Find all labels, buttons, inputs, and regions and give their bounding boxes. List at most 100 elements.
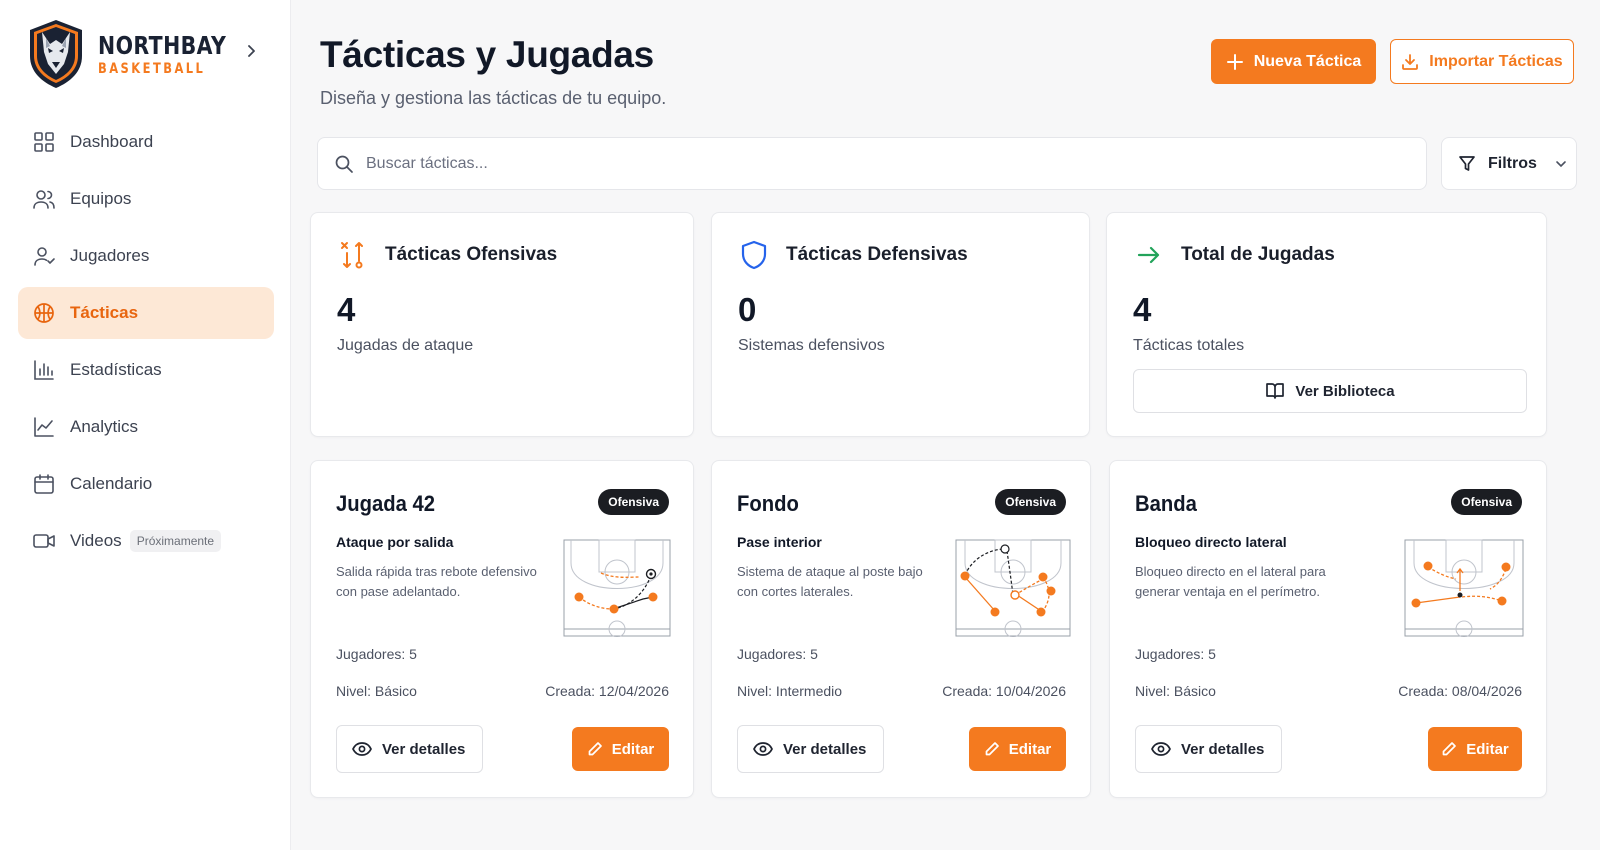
sidebar-item-equipos[interactable]: Equipos [18, 173, 274, 225]
video-icon [33, 534, 55, 548]
stat-value: 0 [738, 291, 757, 328]
court-diagram [955, 539, 1071, 637]
sidebar-item-jugadores[interactable]: Jugadores [18, 230, 274, 282]
stat-card-defensive: Tácticas Defensivas 0 Sistemas defensivo… [711, 212, 1090, 437]
new-tactic-button[interactable]: Nueva Táctica [1211, 39, 1376, 84]
eye-icon [1151, 742, 1171, 756]
edit-button[interactable]: Editar [969, 727, 1066, 771]
sidebar-item-analytics[interactable]: Analytics [18, 401, 274, 453]
sidebar-item-label: Tácticas [70, 303, 139, 322]
sidebar-item-videos[interactable]: Videos Próximamente [18, 515, 274, 567]
coming-soon-badge: Próximamente [129, 530, 222, 552]
sidebar-item-dashboard[interactable]: Dashboard [18, 116, 274, 168]
stat-label: Jugadas de ataque [337, 337, 474, 354]
offense-arrows-icon [341, 242, 363, 269]
stat-card-total: Total de Jugadas 4 Tácticas totales Ver … [1106, 212, 1547, 437]
import-tactics-label: Importar Tácticas [1429, 52, 1563, 70]
filter-icon [1459, 155, 1475, 171]
main-content: Tácticas y Jugadas Diseña y gestiona las… [291, 0, 1600, 850]
play-players: Jugadores: 5 [1135, 646, 1216, 662]
sidebar-item-tacticas[interactable]: Tácticas [18, 287, 274, 339]
sidebar: NORTHBAY BASKETBALL Dashboard Equipos Ju… [0, 0, 291, 850]
edit-button[interactable]: Editar [1428, 727, 1522, 771]
brand-subtitle: BASKETBALL [98, 60, 206, 77]
play-description: Sistema de ataque al poste bajo con cort… [737, 564, 923, 599]
page-subtitle: Diseña y gestiona las tácticas de tu equ… [320, 88, 667, 108]
play-card: Banda Ofensiva Bloqueo directo lateral B… [1109, 460, 1547, 798]
pencil-icon [1442, 742, 1457, 756]
sidebar-item-label: Dashboard [70, 132, 154, 151]
search-input[interactable] [366, 154, 1266, 173]
sidebar-item-label: Jugadores [70, 246, 150, 265]
sidebar-item-label: Estadísticas [70, 360, 162, 379]
chevron-right-icon [248, 45, 255, 57]
stat-title: Tácticas Ofensivas [385, 244, 558, 265]
view-details-button[interactable]: Ver detalles [737, 725, 885, 773]
basketball-icon [34, 303, 54, 323]
sidebar-item-estadisticas[interactable]: Estadísticas [18, 344, 274, 396]
play-level: Nivel: Intermedio [737, 683, 843, 699]
eye-icon [352, 742, 372, 756]
edit-label: Editar [611, 740, 655, 758]
play-type-badge: Ofensiva [1451, 489, 1522, 515]
play-card: Fondo Ofensiva Pase interior Sistema de … [711, 460, 1091, 798]
user-icon [34, 247, 55, 266]
chevron-down-icon [1556, 160, 1566, 167]
edit-label: Editar [1008, 740, 1052, 758]
play-description: Bloqueo directo en el lateral para gener… [1135, 564, 1326, 599]
play-card: Jugada 42 Ofensiva Ataque por salida Sal… [310, 460, 694, 798]
sidebar-item-label: Calendario [70, 474, 153, 493]
play-name: Jugada 42 [336, 491, 436, 516]
sidebar-nav: Dashboard Equipos Jugadores Tácticas Est… [18, 116, 274, 572]
play-name: Fondo [737, 491, 799, 516]
stat-title: Total de Jugadas [1181, 244, 1335, 265]
play-players: Jugadores: 5 [336, 646, 417, 662]
wolf-logo-icon [30, 20, 82, 88]
plus-icon [1226, 53, 1243, 70]
play-type-badge: Ofensiva [598, 489, 669, 515]
play-created-date: Creada: 10/04/2026 [942, 683, 1066, 699]
view-details-button[interactable]: Ver detalles [336, 725, 484, 773]
court-diagram [563, 539, 671, 637]
new-tactic-label: Nueva Táctica [1253, 52, 1362, 70]
dashboard-icon [34, 132, 54, 152]
brand[interactable]: NORTHBAY BASKETBALL [24, 18, 254, 90]
play-description: Salida rápida tras rebote defensivo con … [336, 564, 537, 599]
sidebar-item-label: Equipos [70, 189, 132, 208]
page-title: Tácticas y Jugadas [320, 34, 654, 75]
view-library-button[interactable]: Ver Biblioteca [1133, 369, 1527, 413]
view-details-label: Ver detalles [783, 740, 867, 758]
stat-value: 4 [1133, 291, 1152, 328]
play-subtitle: Bloqueo directo lateral [1135, 534, 1287, 550]
line-chart-icon [34, 417, 54, 437]
book-icon [1266, 383, 1285, 399]
filters-dropdown[interactable]: Filtros [1441, 137, 1577, 190]
edit-button[interactable]: Editar [572, 727, 669, 771]
play-players: Jugadores: 5 [737, 646, 818, 662]
bar-chart-icon [34, 360, 54, 380]
collapse-sidebar-button[interactable] [240, 40, 262, 62]
users-icon [33, 190, 55, 209]
shield-icon [741, 240, 767, 270]
calendar-icon [34, 474, 54, 494]
search-bar [317, 137, 1427, 190]
stat-card-offensive: Tácticas Ofensivas 4 Jugadas de ataque [310, 212, 694, 437]
download-icon [1402, 53, 1419, 70]
view-library-label: Ver Biblioteca [1295, 382, 1395, 400]
pencil-icon [588, 742, 602, 756]
play-created-date: Creada: 08/04/2026 [1398, 683, 1522, 699]
stat-label: Tácticas totales [1133, 337, 1245, 354]
stat-value: 4 [337, 291, 356, 328]
brand-name: NORTHBAY [98, 30, 227, 60]
filters-label: Filtros [1488, 154, 1537, 172]
play-name: Banda [1135, 491, 1197, 516]
sidebar-item-label: Videos [70, 531, 122, 550]
play-subtitle: Pase interior [737, 534, 822, 550]
stat-title: Tácticas Defensivas [786, 244, 968, 265]
eye-icon [753, 742, 773, 756]
import-tactics-button[interactable]: Importar Tácticas [1390, 39, 1574, 84]
play-level: Nivel: Básico [336, 683, 417, 699]
sidebar-item-calendario[interactable]: Calendario [18, 458, 274, 510]
view-details-button[interactable]: Ver detalles [1135, 725, 1283, 773]
arrow-right-icon [1137, 246, 1160, 264]
